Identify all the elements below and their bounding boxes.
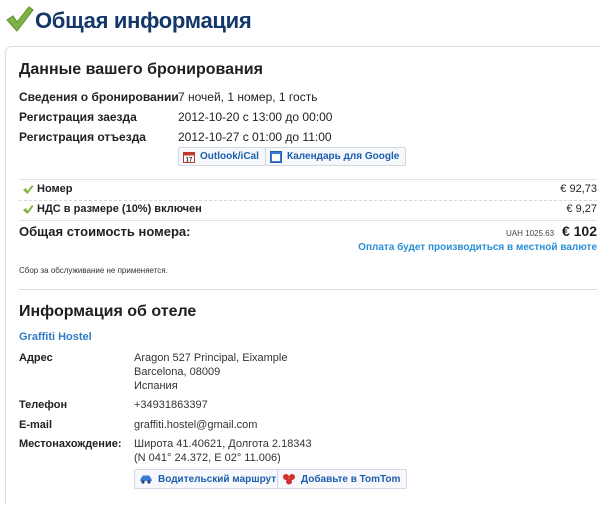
location-value: Широта 41.40621, Долгота 2.18343 (N 041°…	[134, 437, 312, 465]
checkin-label: Регистрация заезда	[19, 110, 137, 124]
driving-route-label: Водительский маршрут	[158, 473, 277, 485]
address-value: Aragon 527 Principal, Eixample Barcelona…	[134, 351, 287, 393]
coordinates-line: Широта 41.40621, Долгота 2.18343	[134, 438, 312, 450]
coordinates-line: (N 041° 24.372, E 02° 11.006)	[134, 452, 281, 464]
phone-value: +34931863397	[134, 399, 208, 411]
vat-label: НДС в размере (10%) включен	[37, 203, 202, 215]
total-amount: € 102	[561, 223, 597, 239]
google-calendar-icon	[270, 150, 282, 163]
address-line: Aragon 527 Principal, Eixample	[134, 352, 288, 364]
local-currency-note: Оплата будет производиться в местной вал…	[358, 242, 597, 253]
service-fee-note: Сбор за обслуживание не применяется.	[19, 266, 168, 275]
total-label: Общая стоимость номера:	[19, 224, 191, 239]
divider	[19, 220, 597, 221]
checkmark-icon	[6, 6, 34, 32]
google-calendar-button[interactable]: Календарь для Google	[265, 147, 407, 166]
total-uah: UAH 1025.63	[506, 229, 555, 238]
divider	[19, 289, 597, 290]
google-calendar-label: Календарь для Google	[287, 151, 400, 162]
tomtom-icon	[283, 474, 295, 485]
add-to-tomtom-label: Добавьте в TomTom	[301, 473, 401, 485]
room-price-amount: € 92,73	[560, 183, 597, 195]
address-label: Адрес	[19, 352, 53, 364]
check-icon	[23, 205, 34, 214]
hotel-section-title: Информация об отеле	[19, 303, 197, 320]
email-value[interactable]: graffiti.hostel@gmail.com	[134, 418, 257, 432]
calendar-icon: 17	[183, 151, 195, 163]
checkout-value: 2012-10-27 с 01:00 до 11:00	[178, 130, 332, 144]
svg-text:17: 17	[186, 157, 193, 163]
outlook-ical-label: Outlook/iCal	[200, 151, 259, 162]
phone-label: Телефон	[19, 399, 68, 411]
hotel-name-link[interactable]: Graffiti Hostel	[19, 331, 92, 343]
booking-details-value: 7 ночей, 1 номер, 1 гость	[178, 90, 318, 104]
address-line: Испания	[134, 380, 178, 392]
check-icon	[23, 185, 34, 194]
checkin-value: 2012-10-20 с 13:00 до 00:00	[178, 110, 333, 124]
checkout-label: Регистрация отъезда	[19, 130, 146, 144]
room-price-row: Номер € 92,73	[19, 180, 597, 200]
booking-section-title: Данные вашего бронирования	[19, 61, 263, 78]
email-label: E-mail	[19, 419, 53, 431]
vat-row: НДС в размере (10%) включен € 9,27	[19, 200, 597, 220]
page-header: Общая информация	[0, 0, 600, 44]
location-label: Местонахождение:	[19, 438, 122, 450]
car-icon	[140, 475, 152, 484]
add-to-tomtom-button[interactable]: Добавьте в TomTom	[277, 469, 408, 489]
room-price-label: Номер	[37, 183, 73, 195]
driving-route-button[interactable]: Водительский маршрут	[134, 469, 284, 489]
address-line: Barcelona, 08009	[134, 366, 221, 378]
outlook-ical-button[interactable]: 17 Outlook/iCal	[178, 147, 266, 166]
page-title: Общая информация	[35, 8, 252, 33]
vat-amount: € 9,27	[566, 203, 597, 215]
booking-details-label: Сведения о бронировании	[19, 90, 179, 104]
